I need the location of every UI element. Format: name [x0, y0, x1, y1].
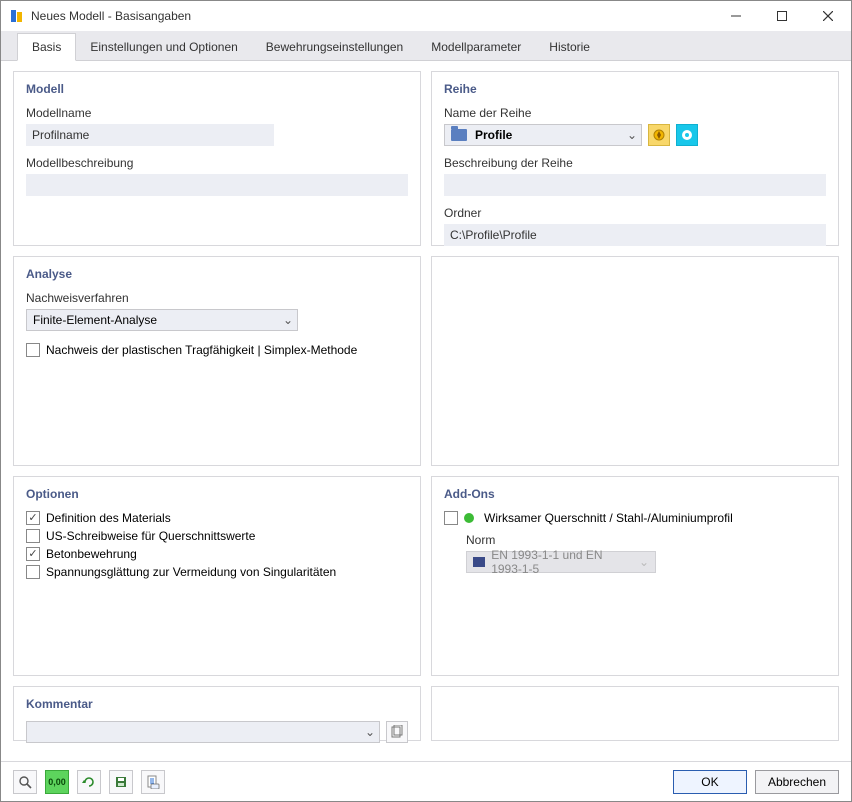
- toolbar-search-button[interactable]: [13, 770, 37, 794]
- titlebar: Neues Modell - Basisangaben: [1, 1, 851, 31]
- panel-optionen: Optionen Definition des Materials US-Sch…: [13, 476, 421, 676]
- label-modellname: Modellname: [26, 106, 408, 120]
- checkbox-us-schreibweise[interactable]: [26, 529, 40, 543]
- tabstrip: Basis Einstellungen und Optionen Bewehru…: [1, 31, 851, 61]
- toolbar-document-button[interactable]: [141, 770, 165, 794]
- toolbar-refresh-button[interactable]: [77, 770, 101, 794]
- combo-reihe-name[interactable]: Profile ⌄: [444, 124, 642, 146]
- window-title: Neues Modell - Basisangaben: [31, 9, 713, 23]
- label-reihe-name: Name der Reihe: [444, 106, 826, 120]
- cancel-button[interactable]: Abbrechen: [755, 770, 839, 794]
- input-reihe-beschreibung[interactable]: [444, 174, 826, 196]
- checkbox-plastisch[interactable]: [26, 343, 40, 357]
- label-modellbeschreibung: Modellbeschreibung: [26, 156, 408, 170]
- window-maximize-button[interactable]: [759, 1, 805, 31]
- toolbar-save-button[interactable]: [109, 770, 133, 794]
- label-plastisch: Nachweis der plastischen Tragfähigkeit |…: [46, 343, 357, 357]
- combo-kommentar[interactable]: ⌄: [26, 721, 380, 743]
- folder-icon: [451, 129, 467, 141]
- combo-nachweisverfahren[interactable]: Finite-Element-Analyse ⌄: [26, 309, 298, 331]
- panel-empty-bottom-right: [431, 686, 839, 741]
- panel-kommentar: Kommentar ⌄: [13, 686, 421, 741]
- chevron-down-icon: ⌄: [283, 313, 293, 327]
- combo-reihe-value: Profile: [475, 128, 512, 142]
- panel-title-kommentar: Kommentar: [26, 697, 408, 711]
- tab-modellparameter[interactable]: Modellparameter: [417, 34, 535, 60]
- status-dot-icon: [464, 513, 474, 523]
- tab-bewehrung[interactable]: Bewehrungseinstellungen: [252, 34, 417, 60]
- label-reihe-beschreibung: Beschreibung der Reihe: [444, 156, 826, 170]
- label-option-2: Betonbewehrung: [46, 547, 137, 561]
- checkbox-definition-material[interactable]: [26, 511, 40, 525]
- panel-title-modell: Modell: [26, 82, 408, 96]
- chevron-down-icon: ⌄: [365, 725, 375, 739]
- checkbox-betonbewehrung[interactable]: [26, 547, 40, 561]
- label-option-0: Definition des Materials: [46, 511, 171, 525]
- panel-modell: Modell Modellname Modellbeschreibung: [13, 71, 421, 246]
- cancel-button-label: Abbrechen: [768, 775, 826, 789]
- panel-empty-right: [431, 256, 839, 466]
- label-addon: Wirksamer Querschnitt / Stahl-/Aluminium…: [484, 511, 733, 525]
- value-reihe-ordner: C:\Profile\Profile: [450, 228, 537, 242]
- ok-button[interactable]: OK: [673, 770, 747, 794]
- chevron-down-icon: ⌄: [627, 128, 637, 142]
- panel-reihe: Reihe Name der Reihe Profile ⌄ Bes: [431, 71, 839, 246]
- label-nachweisverfahren: Nachweisverfahren: [26, 291, 408, 305]
- panel-title-analyse: Analyse: [26, 267, 408, 281]
- panel-analyse: Analyse Nachweisverfahren Finite-Element…: [13, 256, 421, 466]
- label-option-3: Spannungsglättung zur Vermeidung von Sin…: [46, 565, 336, 579]
- label-option-1: US-Schreibweise für Querschnittswerte: [46, 529, 255, 543]
- combo-nachweisverfahren-value: Finite-Element-Analyse: [33, 313, 157, 327]
- tab-basis[interactable]: Basis: [17, 33, 76, 61]
- tab-historie[interactable]: Historie: [535, 34, 604, 60]
- eu-flag-icon: [473, 557, 485, 567]
- ok-button-label: OK: [701, 775, 718, 789]
- toolbar-units-button[interactable]: 0,00: [45, 770, 69, 794]
- app-icon: [9, 8, 25, 24]
- tab-einstellungen[interactable]: Einstellungen und Optionen: [76, 34, 251, 60]
- input-modellname[interactable]: [26, 124, 274, 146]
- bottombar: 0,00 OK Abbrechen: [1, 761, 851, 801]
- panel-addons: Add-Ons Wirksamer Querschnitt / Stahl-/A…: [431, 476, 839, 676]
- label-reihe-ordner: Ordner: [444, 206, 826, 220]
- reihe-button-2[interactable]: [676, 124, 698, 146]
- units-icon: 0,00: [48, 777, 66, 787]
- reihe-button-1[interactable]: [648, 124, 670, 146]
- input-modellbeschreibung[interactable]: [26, 174, 408, 196]
- kommentar-edit-button[interactable]: [386, 721, 408, 743]
- window-close-button[interactable]: [805, 1, 851, 31]
- panel-title-optionen: Optionen: [26, 487, 408, 501]
- combo-norm-disabled: EN 1993-1-1 und EN 1993-1-5 ⌄: [466, 551, 656, 573]
- label-norm: Norm: [466, 533, 826, 547]
- panel-title-addons: Add-Ons: [444, 487, 826, 501]
- panel-title-reihe: Reihe: [444, 82, 826, 96]
- chevron-down-icon: ⌄: [639, 555, 649, 569]
- window-minimize-button[interactable]: [713, 1, 759, 31]
- value-norm: EN 1993-1-1 und EN 1993-1-5: [491, 548, 633, 576]
- field-reihe-ordner: C:\Profile\Profile: [444, 224, 826, 246]
- checkbox-spannungsglaettung[interactable]: [26, 565, 40, 579]
- checkbox-wirksamer-querschnitt[interactable]: [444, 511, 458, 525]
